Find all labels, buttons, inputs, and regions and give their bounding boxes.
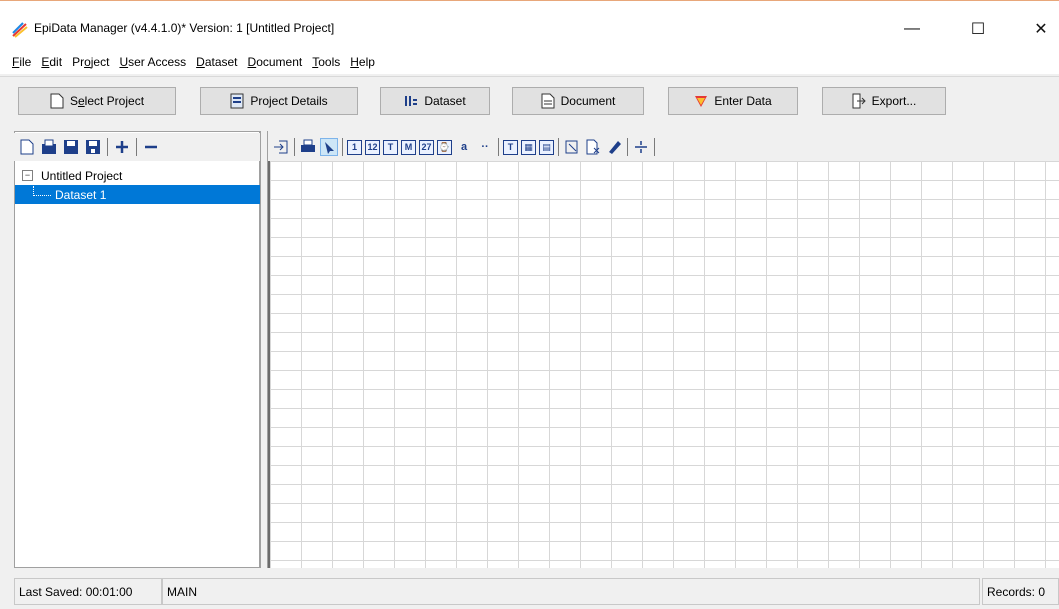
auto-field-icon[interactable]: a — [455, 138, 473, 156]
integer-field-icon[interactable]: 1 — [347, 139, 362, 155]
menu-tools[interactable]: Tools — [308, 55, 344, 69]
enter-data-button[interactable]: Enter Data — [668, 87, 798, 115]
date-field-icon[interactable]: 27 — [419, 139, 434, 155]
mode-status: MAIN — [162, 578, 980, 605]
export-icon — [852, 93, 866, 109]
save-icon[interactable] — [62, 138, 80, 156]
toolbar-separator — [107, 138, 108, 156]
menu-document[interactable]: Document — [244, 55, 307, 69]
close-button[interactable]: ✕ — [1018, 13, 1059, 45]
split-icon[interactable] — [632, 138, 650, 156]
title-bar: EpiData Manager (v4.4.1.0)* Version: 1 [… — [0, 0, 1059, 50]
toolbar-separator — [498, 138, 499, 156]
last-saved-status: Last Saved: 00:01:00 — [14, 578, 162, 605]
heading-icon[interactable]: T — [503, 139, 518, 155]
pointer-icon[interactable] — [320, 138, 338, 156]
dataset-button[interactable]: Dataset — [380, 87, 490, 115]
toolbar-separator — [558, 138, 559, 156]
minimize-icon: — — [904, 20, 920, 37]
dataset-icon — [405, 96, 418, 106]
toolbar-separator — [136, 138, 137, 156]
text-field-icon[interactable]: T — [383, 139, 398, 155]
maximize-button[interactable]: ☐ — [955, 13, 1001, 45]
project-tree: − Untitled Project Dataset 1 — [15, 166, 260, 204]
toolbar-separator — [627, 138, 628, 156]
section-icon[interactable]: ▦ — [521, 139, 536, 155]
menu-project[interactable]: Project — [68, 55, 113, 69]
menu-user-access[interactable]: User Access — [115, 55, 190, 69]
toolbar-separator — [654, 138, 655, 156]
time-field-icon[interactable]: ⌚ — [437, 139, 452, 155]
grid-icon[interactable]: ▤ — [539, 139, 554, 155]
toolbar-separator — [294, 138, 295, 156]
design-canvas[interactable] — [268, 161, 1059, 568]
export-button[interactable]: Export... — [822, 87, 946, 115]
tree-connector — [33, 185, 51, 196]
document-icon — [541, 93, 555, 109]
menu-help[interactable]: Help — [346, 55, 379, 69]
tree-root-node[interactable]: − Untitled Project — [15, 166, 260, 185]
maximize-icon: ☐ — [970, 21, 986, 38]
memo-field-icon[interactable]: M — [401, 139, 416, 155]
panel-splitter[interactable] — [260, 131, 268, 568]
tree-item-label: Dataset 1 — [55, 187, 107, 202]
project-details-button[interactable]: Project Details — [200, 87, 358, 115]
menu-dataset[interactable]: Dataset — [192, 55, 241, 69]
menu-edit[interactable]: Edit — [37, 55, 66, 69]
project-details-icon — [230, 93, 244, 109]
main-toolbar: Select Project Project Details Dataset D… — [0, 76, 1059, 122]
more-fields-icon[interactable]: ·· — [476, 138, 494, 156]
project-tree-toolbar — [14, 133, 260, 161]
close-icon: ✕ — [1034, 21, 1048, 38]
enter-data-icon — [695, 96, 708, 107]
print-icon[interactable] — [299, 138, 317, 156]
toolbar-separator — [342, 138, 343, 156]
design-toolbar: 1 12 T M 27 ⌚ a ·· T ▦ ▤ — [270, 133, 1059, 161]
records-status: Records: 0 — [982, 578, 1059, 605]
open-project-icon[interactable] — [40, 138, 58, 156]
remove-dataset-icon[interactable] — [142, 138, 160, 156]
menu-bar: File Edit Project User Access Dataset Do… — [0, 50, 1059, 74]
delete-icon[interactable] — [584, 138, 602, 156]
app-logo-icon — [12, 22, 28, 38]
new-file-icon — [50, 93, 64, 109]
document-button[interactable]: Document — [512, 87, 644, 115]
collapse-icon[interactable]: − — [22, 170, 33, 181]
menu-file[interactable]: File — [8, 55, 35, 69]
status-bar: Last Saved: 00:01:00 MAIN Records: 0 — [0, 574, 1059, 609]
tree-item-dataset[interactable]: Dataset 1 — [15, 185, 260, 204]
tree-root-label: Untitled Project — [41, 168, 123, 183]
select-project-button[interactable]: Select Project — [18, 87, 176, 115]
new-project-icon[interactable] — [18, 138, 36, 156]
add-dataset-icon[interactable] — [113, 138, 131, 156]
save-as-icon[interactable] — [84, 138, 102, 156]
eraser-icon[interactable] — [605, 138, 623, 156]
import-icon[interactable] — [272, 138, 290, 156]
select-all-icon[interactable] — [563, 138, 581, 156]
window-title: EpiData Manager (v4.4.1.0)* Version: 1 [… — [34, 21, 335, 35]
float-field-icon[interactable]: 12 — [365, 139, 380, 155]
minimize-button[interactable]: — — [889, 13, 935, 45]
